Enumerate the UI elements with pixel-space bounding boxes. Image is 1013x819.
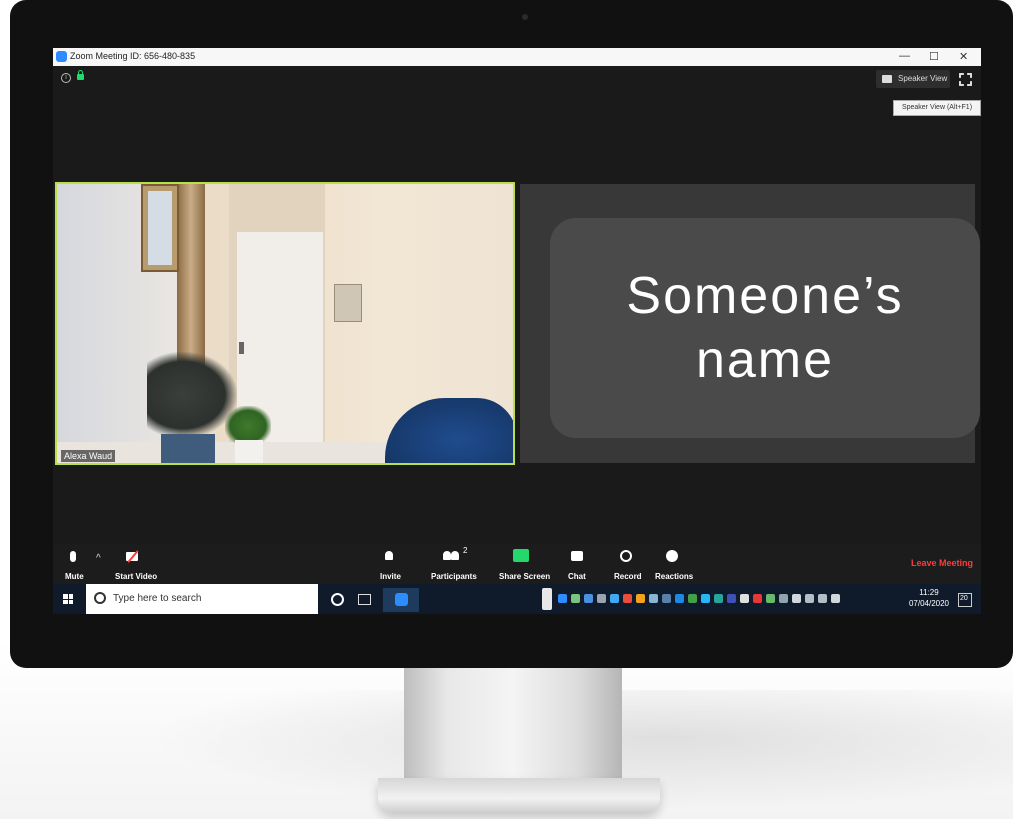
tray-icon[interactable] [727, 594, 736, 603]
windows-taskbar: Type here to search 11:29 07/04/2020 20 [53, 584, 981, 614]
tray-icon[interactable] [636, 594, 645, 603]
tray-icon[interactable] [753, 594, 762, 603]
leave-meeting-button[interactable]: Leave Meeting [911, 558, 973, 568]
participants-icon [443, 551, 451, 560]
record-icon [620, 550, 632, 562]
maximize-button[interactable]: ☐ [929, 50, 939, 63]
tray-icon[interactable] [714, 594, 723, 603]
search-icon [94, 592, 106, 604]
invite-button[interactable]: Invite [377, 544, 407, 584]
tray-icon[interactable] [792, 594, 801, 603]
invite-icon [385, 551, 393, 560]
tray-icon[interactable] [766, 594, 775, 603]
notification-count: 20 [960, 595, 968, 602]
reactions-label: Reactions [655, 572, 694, 581]
tray-icon[interactable] [558, 594, 567, 603]
system-tray-icons [558, 594, 868, 606]
audio-options-caret-icon[interactable]: ^ [96, 553, 101, 564]
tray-icon[interactable] [831, 594, 840, 603]
tray-icon[interactable] [623, 594, 632, 603]
tray-icon[interactable] [818, 594, 827, 603]
speaker-view-tooltip: Speaker View (Alt+F1) [893, 100, 981, 116]
tray-icon[interactable] [610, 594, 619, 603]
notification-icon[interactable]: 20 [958, 593, 972, 607]
participants-icon-second [451, 551, 459, 560]
participant-name-card: Someone’s name [550, 218, 980, 438]
participants-button[interactable]: 2 Participants [429, 544, 479, 584]
meeting-controls: Mute ^ Start Video Invite 2 Participants… [53, 544, 981, 584]
chat-label: Chat [568, 572, 586, 581]
taskbar-clock[interactable]: 11:29 07/04/2020 [907, 587, 951, 609]
video-plant-pot [161, 434, 215, 463]
self-name-tag: Alexa Waud [61, 450, 116, 462]
close-button[interactable]: ✕ [959, 50, 968, 63]
zoom-window: Zoom Meeting ID: 656-480-835 — ☐ ✕ i Spe… [53, 48, 981, 614]
chat-bubble-icon [571, 551, 583, 561]
task-view-icon[interactable] [358, 594, 371, 605]
zoom-logo-icon [56, 51, 67, 62]
title-bar: Zoom Meeting ID: 656-480-835 — ☐ ✕ [53, 48, 981, 66]
share-screen-icon [513, 549, 529, 562]
start-video-label: Start Video [115, 572, 158, 581]
record-button[interactable]: Record [611, 544, 642, 584]
tray-expand-icon[interactable] [542, 588, 552, 610]
chat-button[interactable]: Chat [565, 544, 591, 584]
taskbar-search-input[interactable]: Type here to search [86, 584, 318, 614]
start-video-button[interactable]: Start Video [113, 544, 163, 584]
windows-start-icon[interactable] [63, 594, 73, 604]
tray-icon[interactable] [675, 594, 684, 603]
monitor-stand [404, 662, 622, 780]
taskbar-zoom-app[interactable] [383, 588, 419, 612]
invite-label: Invite [380, 572, 401, 581]
tray-icon[interactable] [584, 594, 593, 603]
tray-icon[interactable] [571, 594, 580, 603]
video-door-handle [239, 342, 244, 354]
monitor-base [378, 778, 660, 812]
video-wall-picture [141, 184, 179, 272]
reactions-smiley-icon [666, 550, 678, 562]
speaker-view-label: Speaker View [898, 74, 948, 83]
share-screen-label: Share Screen [499, 572, 551, 581]
tray-icon[interactable] [740, 594, 749, 603]
video-wall-clock [334, 284, 362, 322]
speaker-view-button[interactable]: Speaker View [876, 70, 950, 88]
minimize-button[interactable]: — [899, 50, 910, 62]
tray-icon[interactable] [662, 594, 671, 603]
search-placeholder: Type here to search [113, 593, 202, 604]
clock-time: 11:29 [919, 588, 939, 597]
microphone-icon [70, 551, 76, 562]
mute-button[interactable]: Mute [63, 544, 87, 584]
video-small-plant-pot [235, 440, 263, 463]
webcam-dot [522, 14, 528, 20]
mute-label: Mute [65, 572, 84, 581]
lock-icon[interactable] [77, 70, 84, 80]
cortana-icon[interactable] [331, 593, 344, 606]
tray-icon[interactable] [597, 594, 606, 603]
participants-label: Participants [431, 572, 477, 581]
share-screen-button[interactable]: Share Screen [497, 544, 551, 584]
zoom-app-icon [395, 593, 408, 606]
tray-icon[interactable] [805, 594, 814, 603]
video-plant [147, 352, 237, 438]
grid-view-icon [882, 75, 892, 83]
fullscreen-icon[interactable] [959, 73, 972, 86]
tray-icon[interactable] [701, 594, 710, 603]
tray-icon[interactable] [649, 594, 658, 603]
record-label: Record [614, 572, 642, 581]
participant-name: Someone’s name [626, 267, 904, 389]
info-icon[interactable]: i [61, 73, 71, 83]
reactions-button[interactable]: Reactions [653, 544, 693, 584]
participants-count: 2 [463, 546, 468, 555]
self-video-tile[interactable]: Alexa Waud [55, 182, 515, 465]
window-title: Zoom Meeting ID: 656-480-835 [70, 51, 196, 61]
clock-date: 07/04/2020 [908, 599, 950, 608]
tray-icon[interactable] [779, 594, 788, 603]
tray-icon[interactable] [688, 594, 697, 603]
